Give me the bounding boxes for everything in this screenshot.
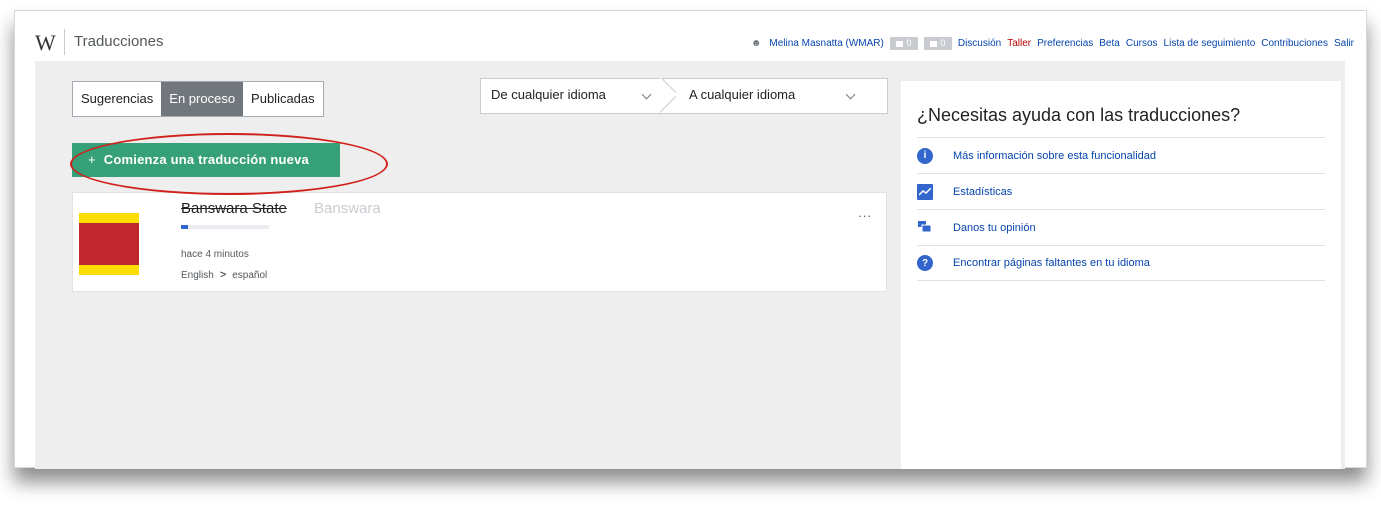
alerts-badge[interactable]: 0 [889, 37, 918, 50]
help-item-stats[interactable]: Estadísticas [917, 173, 1325, 209]
translation-card[interactable]: Banswara State Banswara hace 4 minutos E… [72, 192, 887, 292]
top-bar: W Traducciones ☻ Melina Masnatta (WMAR) … [15, 11, 1366, 59]
wikipedia-logo[interactable]: W [35, 30, 56, 56]
user-icon: ☻ [750, 38, 762, 49]
page-title: Traducciones [74, 33, 164, 50]
screenshot-frame: W Traducciones ☻ Melina Masnatta (WMAR) … [14, 10, 1367, 469]
help-item-missing-pages[interactable]: ? Encontrar páginas faltantes en tu idio… [917, 245, 1325, 281]
info-icon: i [917, 147, 933, 164]
notices-badge[interactable]: 0 [923, 37, 952, 50]
target-article-title: Banswara [314, 200, 381, 217]
help-item-info[interactable]: i Más información sobre esta funcionalid… [917, 137, 1325, 173]
language-pair: English > español [181, 269, 267, 281]
source-article-title[interactable]: Banswara State [181, 200, 287, 217]
progress-fill [181, 225, 189, 229]
link-discusion[interactable]: Discusión [958, 38, 1001, 49]
new-translation-label: Comienza una traducción nueva [103, 152, 309, 167]
new-translation-button[interactable]: + Comienza una traducción nueva [72, 143, 340, 177]
tab-publicadas[interactable]: Publicadas [243, 82, 323, 116]
notices-count: 0 [940, 38, 946, 48]
chart-icon [917, 183, 933, 200]
help-item-label: Danos tu opinión [953, 221, 1036, 234]
help-icon: ? [917, 255, 933, 271]
plus-icon: + [88, 152, 96, 167]
language-separator [660, 78, 676, 114]
link-lista-de-seguimiento[interactable]: Lista de seguimiento [1164, 38, 1256, 49]
chevron-down-icon [845, 89, 856, 100]
source-language-select[interactable]: De cualquier idioma [491, 79, 661, 113]
help-item-feedback[interactable]: Danos tu opinión [917, 209, 1325, 245]
article-thumbnail [79, 213, 139, 275]
chevron-down-icon [641, 89, 652, 100]
more-options-icon[interactable]: ... [858, 205, 872, 220]
last-updated: hace 4 minutos [181, 249, 249, 260]
help-list: i Más información sobre esta funcionalid… [917, 137, 1325, 281]
help-item-label: Encontrar páginas faltantes en tu idioma [953, 257, 1150, 269]
translation-progress-bar [181, 225, 269, 229]
help-item-label: Más información sobre esta funcionalidad [953, 149, 1157, 162]
user-link[interactable]: Melina Masnatta (WMAR) [769, 38, 883, 49]
help-panel: ¿Necesitas ayuda con las traducciones? i… [901, 81, 1341, 469]
link-preferencias[interactable]: Preferencias [1037, 38, 1093, 49]
target-language-select[interactable]: A cualquier idioma [689, 79, 879, 113]
link-beta[interactable]: Beta [1099, 38, 1120, 49]
link-cursos[interactable]: Cursos [1126, 38, 1158, 49]
personal-tools: ☻ Melina Masnatta (WMAR) 0 0 Discusión T… [751, 37, 1354, 50]
chevron-right-icon: > [219, 269, 227, 281]
tray-icon [930, 40, 938, 47]
target-language-label: A cualquier idioma [689, 87, 796, 102]
logo-divider [64, 29, 65, 55]
target-language: español [232, 270, 268, 281]
link-contribuciones[interactable]: Contribuciones [1261, 38, 1328, 49]
source-language: English [181, 270, 214, 281]
alerts-count: 0 [906, 38, 912, 48]
link-salir[interactable]: Salir [1334, 38, 1354, 49]
tab-en-proceso[interactable]: En proceso [161, 82, 244, 116]
filter-tabs: Sugerencias En proceso Publicadas [72, 81, 324, 117]
language-filter: De cualquier idioma A cualquier idioma [480, 78, 888, 114]
dashboard-content: Sugerencias En proceso Publicadas De cua… [35, 61, 1345, 469]
bell-icon [896, 40, 904, 47]
feedback-icon [917, 220, 933, 236]
help-title: ¿Necesitas ayuda con las traducciones? [917, 105, 1241, 125]
help-item-label: Estadísticas [953, 185, 1013, 198]
source-language-label: De cualquier idioma [491, 87, 606, 102]
tab-sugerencias[interactable]: Sugerencias [73, 82, 161, 116]
link-taller[interactable]: Taller [1007, 38, 1031, 49]
